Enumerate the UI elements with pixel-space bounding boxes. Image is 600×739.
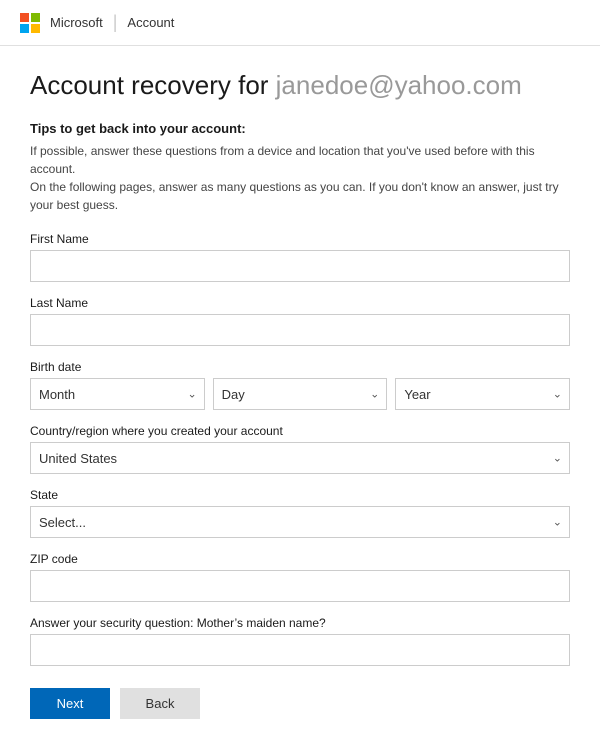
form-actions: Next Back <box>30 688 570 719</box>
country-select[interactable]: United States Canada United Kingdom Aust… <box>30 442 570 474</box>
last-name-group: Last Name <box>30 296 570 346</box>
header-divider: | <box>113 12 118 33</box>
tips-section: Tips to get back into your account: If p… <box>30 121 570 214</box>
tips-line1: If possible, answer these questions from… <box>30 144 535 176</box>
country-group: Country/region where you created your ac… <box>30 424 570 474</box>
birth-date-row: Month JanuaryFebruaryMarch AprilMayJune … <box>30 378 570 410</box>
header-title: Account <box>127 15 174 30</box>
last-name-label: Last Name <box>30 296 570 310</box>
tips-line2: On the following pages, answer as many q… <box>30 180 559 212</box>
first-name-group: First Name <box>30 232 570 282</box>
state-wrapper: Select... AlabamaAlaskaArizona Californi… <box>30 506 570 538</box>
country-label: Country/region where you created your ac… <box>30 424 570 438</box>
microsoft-logo <box>20 13 40 33</box>
tips-heading: Tips to get back into your account: <box>30 121 570 136</box>
logo-microsoft-text: Microsoft <box>50 15 103 30</box>
security-question-label: Answer your security question: Mother’s … <box>30 616 570 630</box>
next-button[interactable]: Next <box>30 688 110 719</box>
country-wrapper: United States Canada United Kingdom Aust… <box>30 442 570 474</box>
security-answer-input[interactable] <box>30 634 570 666</box>
zip-label: ZIP code <box>30 552 570 566</box>
back-button[interactable]: Back <box>120 688 200 719</box>
month-select[interactable]: Month JanuaryFebruaryMarch AprilMayJune … <box>30 378 205 410</box>
last-name-input[interactable] <box>30 314 570 346</box>
state-group: State Select... AlabamaAlaskaArizona Cal… <box>30 488 570 538</box>
zip-group: ZIP code <box>30 552 570 602</box>
page-title-prefix: Account recovery for <box>30 70 276 100</box>
recovery-email: janedoe@yahoo.com <box>276 70 522 100</box>
state-label: State <box>30 488 570 502</box>
zip-input[interactable] <box>30 570 570 602</box>
day-select[interactable]: Day 12345 678910 1112131415 1617181920 2… <box>213 378 388 410</box>
first-name-input[interactable] <box>30 250 570 282</box>
state-select[interactable]: Select... AlabamaAlaskaArizona Californi… <box>30 506 570 538</box>
header: Microsoft | Account <box>0 0 600 46</box>
birth-date-group: Birth date Month JanuaryFebruaryMarch Ap… <box>30 360 570 410</box>
year-select[interactable]: Year <box>395 378 570 410</box>
main-content: Account recovery for janedoe@yahoo.com T… <box>0 46 600 739</box>
page-container: Microsoft | Account Account recovery for… <box>0 0 600 739</box>
first-name-label: First Name <box>30 232 570 246</box>
security-question-group: Answer your security question: Mother’s … <box>30 616 570 666</box>
day-wrapper: Day 12345 678910 1112131415 1617181920 2… <box>213 378 388 410</box>
page-title: Account recovery for janedoe@yahoo.com <box>30 70 570 101</box>
birth-date-label: Birth date <box>30 360 570 374</box>
month-wrapper: Month JanuaryFebruaryMarch AprilMayJune … <box>30 378 205 410</box>
year-wrapper: Year ⌄ <box>395 378 570 410</box>
tips-text: If possible, answer these questions from… <box>30 142 570 214</box>
